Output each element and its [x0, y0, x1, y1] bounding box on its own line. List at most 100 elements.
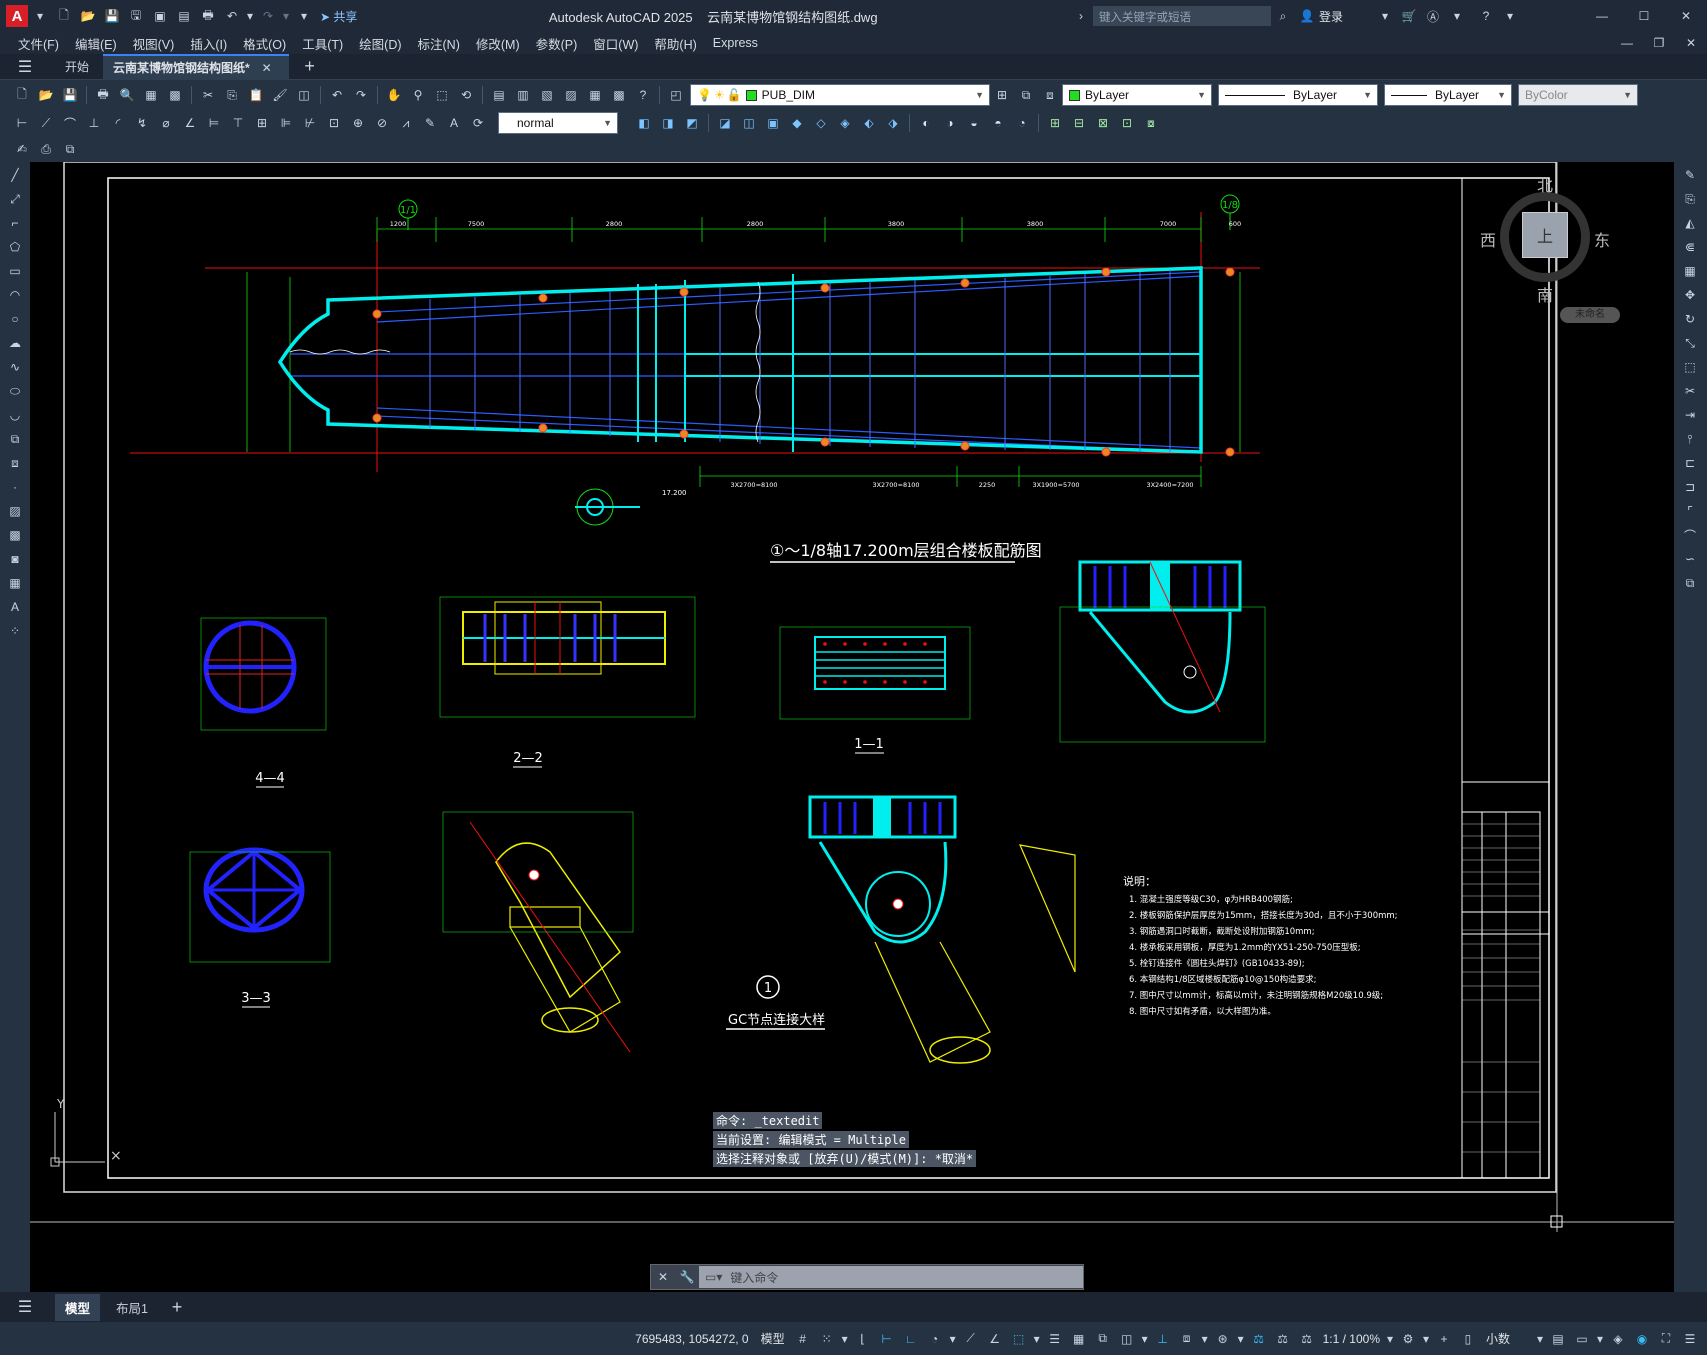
3ddwf-icon[interactable]: ▩ [164, 84, 186, 106]
layer-previous-icon[interactable]: ⧉ [1015, 84, 1037, 106]
cut-icon[interactable]: ✂ [197, 84, 219, 106]
close-icon[interactable]: ✕ [1666, 5, 1706, 27]
3d-osnap-dropdown-icon[interactable]: ▾ [1140, 1328, 1150, 1350]
inspection-icon[interactable]: ⊘ [371, 112, 393, 134]
pan-icon[interactable]: ✋ [383, 84, 405, 106]
units-dropdown[interactable]: 小数 [1486, 1330, 1510, 1347]
cart-icon[interactable]: 🛒 [1398, 5, 1420, 27]
help-icon[interactable]: ? [1475, 5, 1497, 27]
construction-line-icon[interactable]: ⤢ [4, 188, 26, 210]
visual-style-2d-icon[interactable]: ◐ [915, 112, 937, 134]
menu-file[interactable]: 文件(F) [10, 34, 67, 53]
auto-scale-icon[interactable]: ⚖ [1272, 1328, 1294, 1350]
doc-minimize-icon[interactable]: — [1612, 32, 1642, 54]
gizmo-icon[interactable]: ⊛ [1212, 1328, 1234, 1350]
tab-close-icon[interactable]: ✕ [256, 57, 278, 79]
save-icon[interactable]: 💾 [101, 5, 123, 27]
help-search-input[interactable]: 键入关键字或短语 [1092, 6, 1271, 26]
menu-tools[interactable]: 工具(T) [294, 34, 351, 53]
minimize-icon[interactable]: — [1582, 5, 1622, 27]
layer-states-icon[interactable]: ⧈ [1039, 84, 1061, 106]
plot-icon[interactable]: 🖶 [92, 84, 114, 106]
tab-document[interactable]: 云南某博物馆钢结构图纸* ✕ [103, 53, 289, 80]
redo-dropdown-icon[interactable]: ▾ [281, 5, 291, 27]
open-icon[interactable]: 📂 [35, 84, 57, 106]
gradient-icon[interactable]: ▩ [4, 524, 26, 546]
gizmo-dropdown-icon[interactable]: ▾ [1236, 1328, 1246, 1350]
break-icon[interactable]: ⊏ [1679, 452, 1701, 474]
user-icon[interactable]: 👤 [1296, 5, 1318, 27]
blend-icon[interactable]: ∽ [1679, 548, 1701, 570]
dim-edit-icon[interactable]: ✎ [419, 112, 441, 134]
transparency-icon[interactable]: ▦ [1068, 1328, 1090, 1350]
new-file-icon[interactable]: 🗋 [53, 5, 75, 27]
model-space-button[interactable]: 模型 [761, 1330, 785, 1347]
scale-icon[interactable]: ⤡ [1679, 332, 1701, 354]
tool-palettes-icon[interactable]: ▧ [536, 84, 558, 106]
ucs-icon[interactable]: ⊞ [1044, 112, 1066, 134]
grid-icon[interactable]: # [792, 1328, 814, 1350]
osnap-icon[interactable]: ⬚ [1008, 1328, 1030, 1350]
markup-icon[interactable]: ▦ [584, 84, 606, 106]
polyline-icon[interactable]: ⌐ [4, 212, 26, 234]
dim-arc-icon[interactable]: ⌒ [59, 112, 81, 134]
menu-express[interactable]: Express [705, 36, 766, 50]
tab-start[interactable]: 开始 [57, 54, 97, 79]
selection-filter-icon[interactable]: ⧈ [1176, 1328, 1198, 1350]
dim-space-icon[interactable]: ⊫ [275, 112, 297, 134]
doc-close-icon[interactable]: ✕ [1676, 32, 1706, 54]
view-back-icon[interactable]: ▣ [762, 112, 784, 134]
compass-south[interactable]: 南 [1537, 282, 1553, 306]
help2-icon[interactable]: ? [632, 84, 654, 106]
undo2-icon[interactable]: ↶ [326, 84, 348, 106]
plotstyle-dropdown[interactable]: ByColor ▼ [1518, 84, 1638, 106]
dynamic-ucs-icon[interactable]: ⊥ [1152, 1328, 1174, 1350]
layer-freeze-icon[interactable]: ☀ [714, 88, 725, 102]
table-icon[interactable]: ▦ [4, 572, 26, 594]
login-dropdown-icon[interactable]: ▾ [1374, 5, 1396, 27]
tab-layout1[interactable]: 布局1 [106, 1294, 158, 1321]
maximize-icon[interactable]: ☐ [1624, 5, 1664, 27]
compass-east[interactable]: 东 [1594, 227, 1610, 251]
dim-aligned-icon[interactable]: ⟋ [35, 112, 57, 134]
workspace-icon[interactable]: ⚙ [1397, 1328, 1419, 1350]
units-icon[interactable]: ▯ [1457, 1328, 1479, 1350]
polar-icon[interactable]: ◔ [924, 1328, 946, 1350]
make-current-layer-icon[interactable]: ⊞ [991, 84, 1013, 106]
menu-draw[interactable]: 绘图(D) [351, 34, 409, 53]
ucs-previous-icon[interactable]: ⊠ [1092, 112, 1114, 134]
visual-style-hidden-icon[interactable]: ◒ [963, 112, 985, 134]
snap-icon[interactable]: ⁙ [816, 1328, 838, 1350]
save-as-icon[interactable]: 🖫 [125, 5, 147, 27]
mirror-icon[interactable]: ◭ [1679, 212, 1701, 234]
mtext-icon[interactable]: A [4, 596, 26, 618]
menu-parametric[interactable]: 参数(P) [528, 34, 586, 53]
ellipse-icon[interactable]: ⬭ [4, 380, 26, 402]
view-sw-icon[interactable]: ◆ [786, 112, 808, 134]
qdim-icon[interactable]: ⊨ [203, 112, 225, 134]
attribute-edit-icon[interactable]: ⎙ [35, 138, 57, 160]
annotation-scale-icon[interactable]: ⚖ [1296, 1328, 1318, 1350]
preview-icon[interactable]: 🔍 [116, 84, 138, 106]
tolerance-icon[interactable]: ⊡ [323, 112, 345, 134]
units-dropdown-icon[interactable]: ▾ [1535, 1328, 1545, 1350]
layer-on-icon[interactable]: 💡 [697, 88, 712, 102]
visual-style-realistic-icon[interactable]: ◓ [987, 112, 1009, 134]
arc-icon[interactable]: ◠ [4, 284, 26, 306]
zoom-previous-icon[interactable]: ⟲ [455, 84, 477, 106]
menu-dimension[interactable]: 标注(N) [410, 34, 468, 53]
open-web-icon[interactable]: ▣ [149, 5, 171, 27]
text-style-dropdown[interactable]: normal ▼ [498, 112, 618, 134]
save2-icon[interactable]: 💾 [59, 84, 81, 106]
calculator-icon[interactable]: ▩ [608, 84, 630, 106]
visual-style-3d-icon[interactable]: ◑ [939, 112, 961, 134]
dim-jogged-icon[interactable]: ↯ [131, 112, 153, 134]
dim-break-icon[interactable]: ⊬ [299, 112, 321, 134]
annotation-monitor-icon[interactable]: + [1433, 1328, 1455, 1350]
hatch-icon[interactable]: ▨ [4, 500, 26, 522]
lock-ui-icon[interactable]: ▭ [1571, 1328, 1593, 1350]
app-menu-chevron-icon[interactable]: ▾ [29, 5, 51, 27]
center-mark-icon[interactable]: ⊕ [347, 112, 369, 134]
autodesk-apps-icon[interactable]: Ⓐ [1422, 5, 1444, 27]
tab-model[interactable]: 模型 [55, 1293, 101, 1321]
